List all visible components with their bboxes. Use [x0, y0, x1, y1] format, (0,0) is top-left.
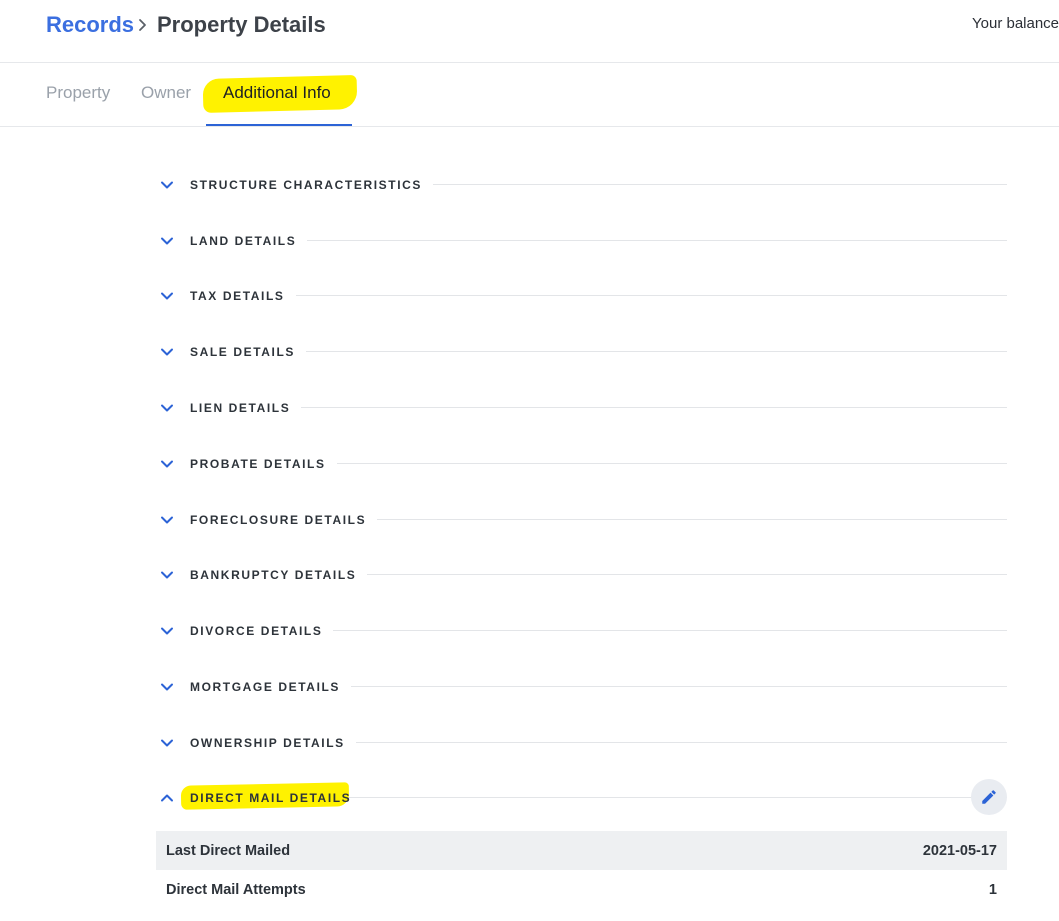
row-label: Direct Mail Attempts — [166, 882, 306, 898]
section-divider — [190, 407, 1007, 408]
page-title: Property Details — [157, 12, 326, 37]
tab-property[interactable]: Property — [46, 83, 110, 103]
section-sale-details[interactable]: SALE DETAILS — [156, 337, 1007, 367]
section-title[interactable]: LAND DETAILS — [190, 234, 308, 248]
edit-direct-mail-button[interactable] — [971, 779, 1007, 815]
balance-label: Your balance — [972, 15, 1059, 32]
section-title[interactable]: SALE DETAILS — [190, 345, 306, 359]
pencil-icon — [982, 790, 996, 804]
tab-additional-info[interactable]: Additional Info — [223, 83, 331, 103]
section-title[interactable]: TAX DETAILS — [190, 289, 296, 303]
chevron-down-icon[interactable] — [160, 345, 174, 359]
section-title[interactable]: STRUCTURE CHARACTERISTICS — [190, 178, 433, 192]
page: Records Property Details Your balance Pr… — [0, 0, 1059, 921]
section-title[interactable]: FORECLOSURE DETAILS — [190, 513, 378, 527]
section-divider — [190, 351, 1007, 352]
section-title[interactable]: PROBATE DETAILS — [190, 457, 337, 471]
section-land-details[interactable]: LAND DETAILS — [156, 226, 1007, 256]
chevron-down-icon[interactable] — [160, 234, 174, 248]
section-title[interactable]: BANKRUPTCY DETAILS — [190, 568, 368, 582]
header: Records Property Details Your balance — [0, 0, 1059, 63]
section-tax-details[interactable]: TAX DETAILS — [156, 281, 1007, 311]
chevron-down-icon[interactable] — [160, 457, 174, 471]
table-row: Last Direct Mailed 2021-05-17 — [156, 831, 1007, 870]
section-title[interactable]: DIVORCE DETAILS — [190, 624, 334, 638]
chevron-down-icon[interactable] — [160, 736, 174, 750]
section-mortgage-details[interactable]: MORTGAGE DETAILS — [156, 672, 1007, 702]
chevron-down-icon[interactable] — [160, 178, 174, 192]
chevron-down-icon[interactable] — [160, 624, 174, 638]
chevron-down-icon[interactable] — [160, 568, 174, 582]
section-title[interactable]: MORTGAGE DETAILS — [190, 680, 352, 694]
chevron-down-icon[interactable] — [160, 289, 174, 303]
breadcrumb-records-link[interactable]: Records — [46, 12, 134, 38]
section-foreclosure-details[interactable]: FORECLOSURE DETAILS — [156, 505, 1007, 535]
row-value: 1 — [988, 882, 997, 898]
chevron-down-icon[interactable] — [160, 513, 174, 527]
section-divider — [190, 240, 1007, 241]
section-structure-characteristics[interactable]: STRUCTURE CHARACTERISTICS — [156, 170, 1007, 200]
row-label: Last Direct Mailed — [166, 843, 291, 859]
table-row: Direct Mail Attempts 1 — [156, 870, 1007, 909]
chevron-right-icon — [136, 15, 150, 35]
chevron-up-icon[interactable] — [160, 791, 174, 805]
section-lien-details[interactable]: LIEN DETAILS — [156, 393, 1007, 423]
section-title[interactable]: LIEN DETAILS — [190, 401, 302, 415]
section-direct-mail-details[interactable]: DIRECT MAIL DETAILS — [156, 782, 1007, 813]
section-title[interactable]: OWNERSHIP DETAILS — [190, 736, 356, 750]
row-value: 2021-05-17 — [922, 843, 997, 859]
section-bankruptcy-details[interactable]: BANKRUPTCY DETAILS — [156, 560, 1007, 590]
chevron-down-icon[interactable] — [160, 401, 174, 415]
tab-bar: Property Owner Additional Info — [0, 63, 1059, 127]
tab-owner[interactable]: Owner — [141, 83, 191, 103]
section-divider — [190, 295, 1007, 296]
section-divorce-details[interactable]: DIVORCE DETAILS — [156, 616, 1007, 646]
chevron-down-icon[interactable] — [160, 680, 174, 694]
section-probate-details[interactable]: PROBATE DETAILS — [156, 449, 1007, 479]
section-ownership-details[interactable]: OWNERSHIP DETAILS — [156, 728, 1007, 758]
section-title[interactable]: DIRECT MAIL DETAILS — [190, 791, 362, 805]
active-tab-indicator — [206, 124, 352, 126]
